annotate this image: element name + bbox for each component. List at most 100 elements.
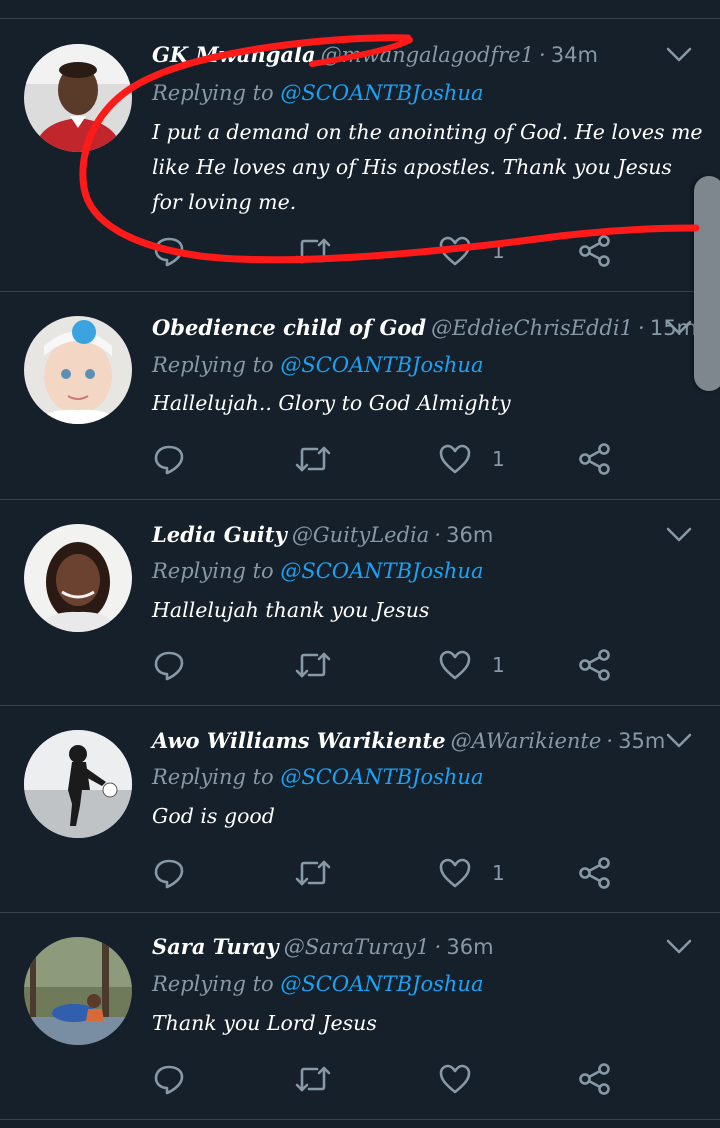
like-count: 1 — [492, 239, 505, 263]
tweet-actions: 1 — [152, 645, 672, 685]
timestamp[interactable]: 36m — [446, 935, 493, 959]
like-button[interactable]: 1 — [438, 853, 505, 893]
tweet-item[interactable]: GK Mwangala @mwangalagodfre1 · 34m Reply… — [0, 19, 720, 292]
heart-icon — [439, 650, 471, 680]
avatar[interactable] — [24, 316, 132, 424]
reply-button[interactable] — [152, 853, 186, 893]
mention-link[interactable]: @SCOANTBJoshua — [280, 559, 483, 583]
tweet-text: I put a demand on the anointing of God. … — [152, 120, 703, 214]
like-count: 1 — [492, 861, 505, 885]
display-name[interactable]: Sara Turay — [152, 934, 279, 959]
heart-icon — [439, 444, 471, 474]
reply-button[interactable] — [152, 645, 186, 685]
replying-to-label: Replying to — [152, 972, 274, 996]
heart-icon — [439, 858, 471, 888]
heart-icon — [439, 1064, 471, 1094]
tweet-item[interactable]: Ledia Guity @GuityLedia · 36m Replying t… — [0, 500, 720, 706]
tweet-text: Hallelujah thank you Jesus — [152, 598, 430, 622]
timestamp[interactable]: 35m — [618, 729, 665, 753]
timestamp[interactable]: 36m — [446, 523, 493, 547]
retweet-icon — [295, 860, 331, 886]
replying-to-label: Replying to — [152, 765, 274, 789]
mention-link[interactable]: @SCOANTBJoshua — [280, 972, 483, 996]
tweet-header: Obedience child of God @EddieChrisEddi1 … — [152, 311, 697, 345]
tweet-header: Awo Williams Warikiente @AWarikiente · 3… — [152, 724, 665, 758]
replying-to-label: Replying to — [152, 559, 274, 583]
retweet-icon — [295, 238, 331, 264]
replying-to: Replying to @SCOANTBJoshua — [152, 760, 483, 794]
share-button[interactable] — [578, 853, 612, 893]
mention-link[interactable]: @SCOANTBJoshua — [280, 81, 483, 105]
replying-to: Replying to @SCOANTBJoshua — [152, 348, 483, 382]
tweet-item[interactable]: Awo Williams Warikiente @AWarikiente · 3… — [0, 706, 720, 913]
separator-dot: · — [606, 729, 614, 753]
share-button[interactable] — [578, 645, 612, 685]
tweet-item[interactable]: Obedience child of God @EddieChrisEddi1 … — [0, 292, 720, 500]
replying-to: Replying to @SCOANTBJoshua — [152, 554, 483, 588]
chevron-down-icon[interactable] — [666, 938, 692, 956]
tweet-actions — [152, 1059, 672, 1099]
separator-dot: · — [434, 523, 442, 547]
tweet-header: Sara Turay @SaraTuray1 · 36m — [152, 930, 494, 964]
user-handle[interactable]: @EddieChrisEddi1 — [431, 316, 633, 340]
avatar[interactable] — [24, 44, 132, 152]
reply-button[interactable] — [152, 231, 186, 271]
reply-icon — [154, 1065, 184, 1095]
retweet-button[interactable] — [295, 645, 331, 685]
user-handle[interactable]: @GuityLedia — [292, 523, 429, 547]
tweet-text: Hallelujah.. Glory to God Almighty — [152, 391, 511, 415]
share-icon — [579, 649, 610, 681]
retweet-button[interactable] — [295, 1059, 331, 1099]
like-button[interactable]: 1 — [438, 439, 505, 479]
share-button[interactable] — [578, 1059, 612, 1099]
heart-icon — [439, 236, 471, 266]
timestamp[interactable]: 34m — [551, 43, 598, 67]
tweet-text: God is good — [152, 804, 275, 828]
user-handle[interactable]: @AWarikiente — [451, 729, 602, 753]
share-icon — [579, 1063, 610, 1095]
tweet-text: Thank you Lord Jesus — [152, 1011, 377, 1035]
tweet-item[interactable]: Sara Turay @SaraTuray1 · 36m Replying to… — [0, 913, 720, 1120]
like-button[interactable]: 1 — [438, 645, 505, 685]
avatar[interactable] — [24, 524, 132, 632]
like-button[interactable] — [438, 1059, 492, 1099]
share-icon — [579, 857, 610, 889]
scrollbar-handle[interactable] — [694, 176, 720, 391]
avatar[interactable] — [24, 730, 132, 838]
retweet-icon — [295, 446, 331, 472]
mention-link[interactable]: @SCOANTBJoshua — [280, 765, 483, 789]
reply-icon — [154, 859, 184, 889]
display-name[interactable]: GK Mwangala — [152, 42, 316, 67]
reply-icon — [154, 237, 184, 267]
replying-to-label: Replying to — [152, 81, 274, 105]
share-icon — [579, 235, 610, 267]
tweet-actions: 1 — [152, 853, 672, 893]
retweet-button[interactable] — [295, 231, 331, 271]
share-icon — [579, 443, 610, 475]
like-count: 1 — [492, 653, 505, 677]
retweet-button[interactable] — [295, 439, 331, 479]
replying-to: Replying to @SCOANTBJoshua — [152, 967, 483, 1001]
reply-button[interactable] — [152, 439, 186, 479]
display-name[interactable]: Obedience child of God — [152, 315, 426, 340]
avatar[interactable] — [24, 937, 132, 1045]
retweet-button[interactable] — [295, 853, 331, 893]
reply-icon — [154, 651, 184, 681]
mention-link[interactable]: @SCOANTBJoshua — [280, 353, 483, 377]
chevron-down-icon[interactable] — [666, 732, 692, 750]
reply-button[interactable] — [152, 1059, 186, 1099]
retweet-icon — [295, 1066, 331, 1092]
display-name[interactable]: Awo Williams Warikiente — [152, 728, 446, 753]
share-button[interactable] — [578, 439, 612, 479]
chevron-down-icon[interactable] — [666, 319, 692, 337]
replying-to: Replying to @SCOANTBJoshua — [152, 76, 483, 110]
like-button[interactable]: 1 — [438, 231, 505, 271]
separator-dot: · — [434, 935, 442, 959]
display-name[interactable]: Ledia Guity — [152, 522, 287, 547]
user-handle[interactable]: @SaraTuray1 — [284, 935, 430, 959]
user-handle[interactable]: @mwangalagodfre1 — [321, 43, 534, 67]
chevron-down-icon[interactable] — [666, 46, 692, 64]
share-button[interactable] — [578, 231, 612, 271]
chevron-down-icon[interactable] — [666, 526, 692, 544]
reply-feed[interactable]: GK Mwangala @mwangalagodfre1 · 34m Reply… — [0, 0, 720, 1128]
